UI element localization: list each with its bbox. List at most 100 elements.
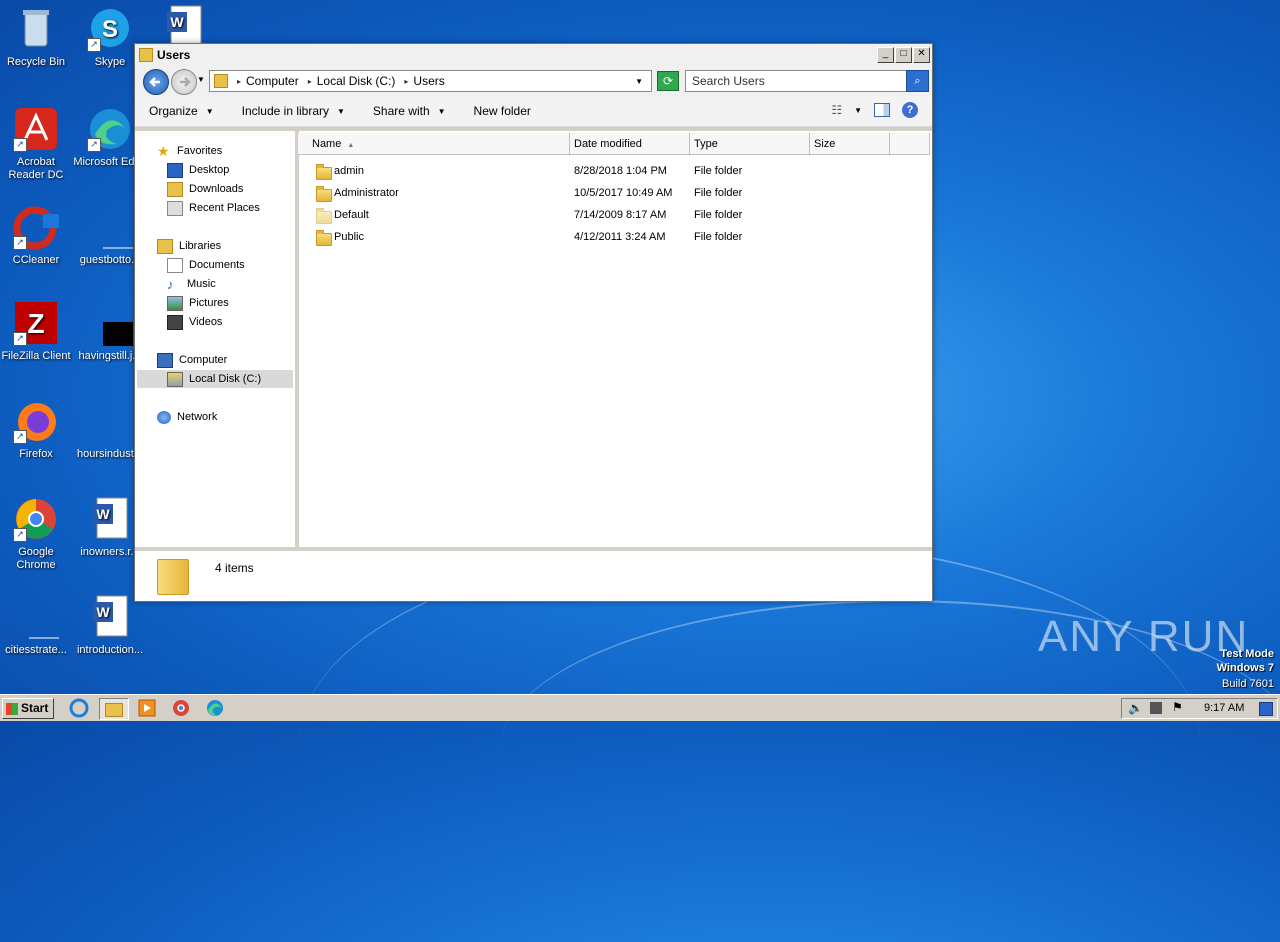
preview-pane-icon[interactable] xyxy=(874,103,890,117)
breadcrumb-local-disk[interactable]: Local Disk (C:) xyxy=(317,74,396,88)
refresh-button[interactable]: ⟳ xyxy=(657,71,679,91)
search-icon: ⌕ xyxy=(914,75,921,87)
breadcrumb-users[interactable]: Users xyxy=(413,74,444,88)
action-center-flag-icon[interactable]: ⚑ xyxy=(1172,700,1183,714)
nav-computer-label: Computer xyxy=(179,354,228,366)
taskbar-edge-icon[interactable] xyxy=(204,698,226,718)
desktop-icon-acrobat[interactable]: ↗ Acrobat Reader DC xyxy=(0,106,74,182)
row-type: File folder xyxy=(694,187,743,199)
svg-text:W: W xyxy=(96,506,110,522)
nav-network[interactable]: Network xyxy=(157,408,217,426)
chevron-down-icon: ▼ xyxy=(205,106,214,116)
column-name-label: Name xyxy=(312,138,342,150)
start-label: Start xyxy=(21,701,49,715)
nav-desktop[interactable]: Desktop xyxy=(167,161,229,179)
desktop-icon-chrome[interactable]: ↗ Google Chrome xyxy=(0,496,74,572)
recent-pages-dropdown[interactable]: ▼ xyxy=(197,75,205,84)
svg-text:Z: Z xyxy=(27,308,44,339)
column-header-size[interactable]: Size xyxy=(810,133,890,155)
nav-documents-label: Documents xyxy=(189,259,245,271)
taskbar-ie-icon[interactable] xyxy=(68,698,90,718)
maximize-button[interactable]: □ xyxy=(895,47,912,63)
address-bar[interactable]: ▸ Computer ▸ Local Disk (C:) ▸ Users ▼ xyxy=(209,70,652,92)
desktop-icon-ccleaner[interactable]: ↗ CCleaner xyxy=(0,204,74,267)
file-list: Name ▲ Date modified Type Size admin 8/28… xyxy=(298,131,932,547)
taskbar-media-player-icon[interactable] xyxy=(136,698,158,718)
close-button[interactable]: ✕ xyxy=(913,47,930,63)
word-doc-icon: W xyxy=(87,496,133,542)
nav-recent-places[interactable]: Recent Places xyxy=(167,199,260,217)
show-desktop-icon[interactable] xyxy=(1259,702,1273,716)
nav-videos[interactable]: Videos xyxy=(167,313,222,331)
desktop-icon-introduction[interactable]: W introduction... xyxy=(72,594,148,657)
shortcut-arrow-icon: ↗ xyxy=(13,236,27,250)
desktop-icon-recycle-bin[interactable]: Recycle Bin xyxy=(0,6,74,69)
nav-computer[interactable]: Computer xyxy=(157,351,227,369)
downloads-icon xyxy=(167,181,183,197)
file-icon xyxy=(87,398,133,444)
skype-icon: S ↗ xyxy=(87,6,133,52)
nav-documents[interactable]: Documents xyxy=(167,256,245,274)
organize-menu[interactable]: Organize ▼ xyxy=(135,104,228,118)
recycle-bin-icon xyxy=(13,6,59,52)
anyrun-watermark: ANY RUN xyxy=(1038,612,1250,661)
title-bar[interactable]: Users _ □ ✕ xyxy=(135,44,932,66)
nav-recent-places-label: Recent Places xyxy=(189,202,260,214)
volume-icon[interactable]: 🔈 xyxy=(1128,701,1143,715)
share-with-label: Share with xyxy=(372,104,430,118)
shortcut-arrow-icon: ↗ xyxy=(13,332,27,346)
desktop-icon-firefox[interactable]: ↗ Firefox xyxy=(0,398,74,461)
table-row[interactable]: admin 8/28/2018 1:04 PM File folder xyxy=(298,161,932,183)
column-header-name[interactable]: Name ▲ xyxy=(298,133,570,155)
nav-music-label: Music xyxy=(187,278,216,290)
column-size-label: Size xyxy=(814,138,836,150)
nav-downloads[interactable]: Downloads xyxy=(167,180,243,198)
shortcut-arrow-icon: ↗ xyxy=(13,528,27,542)
forward-button[interactable] xyxy=(171,69,197,95)
nav-local-disk[interactable]: Local Disk (C:) xyxy=(137,370,293,388)
view-options-icon[interactable]: ☷ xyxy=(831,103,842,117)
taskbar: Start 🔈 ⚑ 9:17 AM xyxy=(0,694,1280,721)
include-in-library-menu[interactable]: Include in library ▼ xyxy=(228,104,359,118)
start-button[interactable]: Start xyxy=(2,698,54,719)
column-header-type[interactable]: Type xyxy=(690,133,810,155)
share-with-menu[interactable]: Share with ▼ xyxy=(359,104,460,118)
column-header-date[interactable]: Date modified xyxy=(570,133,690,155)
crumb-separator[interactable]: ▸ xyxy=(404,77,408,86)
view-dropdown-icon[interactable]: ▼ xyxy=(854,106,862,115)
nav-favorites[interactable]: ★ Favorites xyxy=(157,142,222,160)
acrobat-icon: ↗ xyxy=(13,106,59,152)
nav-libraries[interactable]: Libraries xyxy=(157,237,221,255)
table-row[interactable]: Default 7/14/2009 8:17 AM File folder xyxy=(298,205,932,227)
nav-music[interactable]: ♪ Music xyxy=(167,275,216,293)
taskbar-chrome-icon[interactable] xyxy=(170,698,192,718)
explorer-window: Users _ □ ✕ ▼ ▸ Computer ▸ Local Disk (C… xyxy=(134,43,933,602)
help-icon[interactable]: ? xyxy=(902,102,918,118)
row-name: admin xyxy=(334,165,364,177)
crumb-separator[interactable]: ▸ xyxy=(308,77,312,86)
windows-logo-icon xyxy=(6,702,18,715)
include-in-library-label: Include in library xyxy=(241,104,329,118)
chrome-icon: ↗ xyxy=(13,496,59,542)
desktop-icon-citiesstrate[interactable]: citiesstrate... xyxy=(0,594,74,657)
crumb-separator[interactable]: ▸ xyxy=(237,77,241,86)
minimize-button[interactable]: _ xyxy=(877,47,894,63)
nav-pictures[interactable]: Pictures xyxy=(167,294,229,312)
firefox-icon: ↗ xyxy=(13,398,59,444)
breadcrumb-computer[interactable]: Computer xyxy=(246,74,299,88)
folder-icon xyxy=(214,74,228,88)
search-input[interactable]: Search Users xyxy=(685,70,913,92)
back-button[interactable] xyxy=(143,69,169,95)
taskbar-explorer-icon[interactable] xyxy=(99,698,129,720)
new-folder-button[interactable]: New folder xyxy=(460,104,545,118)
table-row[interactable]: Administrator 10/5/2017 10:49 AM File fo… xyxy=(298,183,932,205)
network-tray-icon[interactable] xyxy=(1150,702,1162,714)
table-row[interactable]: Public 4/12/2011 3:24 AM File folder xyxy=(298,227,932,249)
nav-videos-label: Videos xyxy=(189,316,223,328)
desktop-icon-filezilla[interactable]: Z ↗ FileZilla Client xyxy=(0,300,74,363)
search-button[interactable]: ⌕ xyxy=(906,70,929,92)
clock[interactable]: 9:17 AM xyxy=(1204,702,1244,714)
address-dropdown-icon[interactable]: ▼ xyxy=(635,77,643,86)
nav-pictures-label: Pictures xyxy=(189,297,229,309)
window-title: Users xyxy=(157,48,191,62)
